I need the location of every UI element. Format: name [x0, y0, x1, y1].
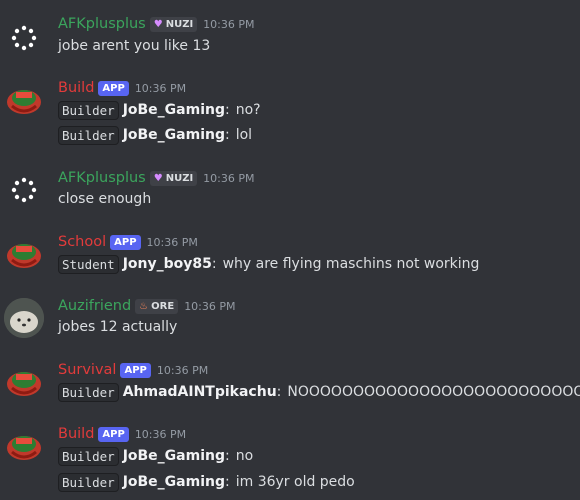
author-name[interactable]: Auzifriend [58, 298, 131, 314]
username[interactable]: JoBe_Gaming [123, 448, 225, 464]
seal-avatar[interactable] [4, 298, 44, 338]
message-header: Survival APP 10:36 PM [58, 360, 208, 380]
message-text: why are flying maschins not working [222, 256, 480, 272]
message-header: Auzifriend ♨ ORE 10:36 PM [58, 296, 236, 316]
timestamp: 10:36 PM [203, 171, 255, 185]
author-name[interactable]: AFKplusplus [58, 170, 146, 186]
guild-tag[interactable]: ♥ NUZI [149, 16, 198, 32]
message-line: Student Jony_boy85 : why are flying masc… [58, 253, 479, 275]
role-code: Builder [58, 100, 119, 120]
flame-icon: ♨ [139, 300, 149, 312]
message-text: NOOOOOOOOOOOOOOOOOOOOOOOOOOOO [287, 384, 580, 400]
username[interactable]: JoBe_Gaming [123, 474, 225, 490]
app-tag: APP [98, 426, 129, 442]
message-header: Build APP 10:36 PM [58, 424, 186, 444]
timestamp: 10:36 PM [184, 299, 236, 313]
author-name[interactable]: AFKplusplus [58, 16, 146, 32]
author-name[interactable]: Build [58, 80, 94, 96]
message-header: AFKplusplus ♥ NUZI 10:36 PM [58, 14, 255, 34]
message-text: no [235, 448, 254, 464]
username[interactable]: JoBe_Gaming [123, 102, 225, 118]
app-tag: APP [110, 234, 141, 250]
server-avatar[interactable] [4, 362, 44, 402]
timestamp: 10:36 PM [156, 363, 209, 377]
message-text: no? [235, 102, 261, 118]
message-line: Builder JoBe_Gaming : im 36yr old pedo [58, 471, 355, 493]
server-avatar[interactable] [4, 234, 44, 274]
app-tag: APP [120, 362, 151, 378]
chat-log: AFKplusplus ♥ NUZI 10:36 PM jobe arent yo… [0, 0, 580, 500]
server-avatar[interactable] [4, 80, 44, 120]
role-code: Builder [58, 472, 119, 492]
message-header: School APP 10:36 PM [58, 232, 198, 252]
role-code: Builder [58, 382, 119, 402]
message-header: AFKplusplus ♥ NUZI 10:36 PM [58, 168, 255, 188]
server-avatar[interactable] [4, 426, 44, 466]
username[interactable]: Jony_boy85 [123, 256, 212, 272]
timestamp: 10:36 PM [203, 17, 255, 31]
app-tag: APP [98, 80, 129, 96]
message-text: jobes 12 actually [58, 319, 178, 335]
timestamp: 10:36 PM [146, 235, 198, 249]
timestamp: 10:36 PM [134, 427, 187, 441]
heart-icon: ♥ [153, 18, 163, 30]
message-text: lol [235, 127, 253, 143]
dots-avatar[interactable] [4, 18, 44, 58]
role-code: Builder [58, 125, 119, 145]
role-code: Builder [58, 446, 119, 466]
author-name[interactable]: Build [58, 426, 94, 442]
message-text: close enough [58, 191, 152, 207]
message-line: Builder AhmadAINTpikachu : NOOOOOOOOOOOO… [58, 381, 580, 403]
heart-icon: ♥ [153, 172, 163, 184]
username[interactable]: JoBe_Gaming [123, 127, 225, 143]
message-text: jobe arent you like 13 [58, 38, 211, 54]
guild-tag[interactable]: ♥ NUZI [149, 170, 198, 186]
author-name[interactable]: School [58, 234, 106, 250]
author-name[interactable]: Survival [58, 362, 116, 378]
message-line: Builder JoBe_Gaming : no [58, 445, 253, 467]
dots-avatar[interactable] [4, 170, 44, 210]
timestamp: 10:36 PM [134, 81, 187, 95]
message-line: Builder JoBe_Gaming : lol [58, 124, 252, 146]
message-line: Builder JoBe_Gaming : no? [58, 99, 261, 121]
message-header: Build APP 10:36 PM [58, 78, 186, 98]
role-code: Student [58, 254, 119, 274]
guild-tag[interactable]: ♨ ORE [135, 298, 179, 314]
username[interactable]: AhmadAINTpikachu [123, 384, 277, 400]
message-text: im 36yr old pedo [235, 474, 355, 490]
